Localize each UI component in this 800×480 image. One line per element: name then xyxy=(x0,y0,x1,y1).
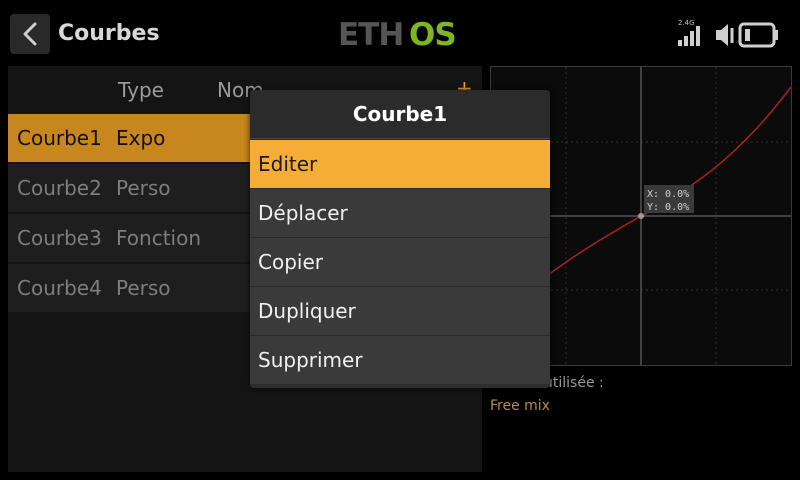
menu-item-duplicate[interactable]: Dupliquer xyxy=(250,286,550,335)
context-menu-title: Courbe1 xyxy=(250,90,550,139)
chevron-left-icon xyxy=(23,22,37,46)
curve-name: Courbe4 xyxy=(17,276,102,300)
curve-name: Courbe1 xyxy=(17,126,102,150)
signal-icon xyxy=(678,26,700,46)
status-icons: 2.4G xyxy=(678,19,778,48)
curve-type: Fonction xyxy=(116,226,202,250)
curve-name: Courbe2 xyxy=(17,176,102,200)
svg-text:ETH: ETH xyxy=(338,17,403,50)
volume-icon xyxy=(716,24,734,46)
curve-type: Perso xyxy=(116,176,171,200)
cursor-x-readout: X: 0.0% xyxy=(647,189,689,200)
top-bar: Courbes ETH OS 2.4G xyxy=(0,0,800,56)
curve-type: Expo xyxy=(116,126,166,150)
curve-type: Perso xyxy=(116,276,171,300)
column-header-type: Type xyxy=(118,78,164,102)
menu-item-copy[interactable]: Copier xyxy=(250,237,550,286)
page-title: Courbes xyxy=(58,21,160,46)
ethos-logo: ETH OS xyxy=(338,17,457,50)
back-button[interactable] xyxy=(10,14,50,54)
svg-text:OS: OS xyxy=(409,17,456,50)
cursor-point xyxy=(638,213,644,219)
context-menu: Courbe1 Editer Déplacer Copier Dupliquer… xyxy=(250,90,550,388)
menu-item-edit[interactable]: Editer xyxy=(250,139,550,188)
menu-item-delete[interactable]: Supprimer xyxy=(250,335,550,384)
battery-icon xyxy=(738,22,778,48)
curve-name: Courbe3 xyxy=(17,226,102,250)
usage-value: Free mix xyxy=(490,398,550,414)
radio-band-label: 2.4G xyxy=(678,19,695,27)
usage-label: utilisée : xyxy=(544,375,604,391)
cursor-y-readout: Y: 0.0% xyxy=(647,202,689,213)
menu-item-move[interactable]: Déplacer xyxy=(250,188,550,237)
